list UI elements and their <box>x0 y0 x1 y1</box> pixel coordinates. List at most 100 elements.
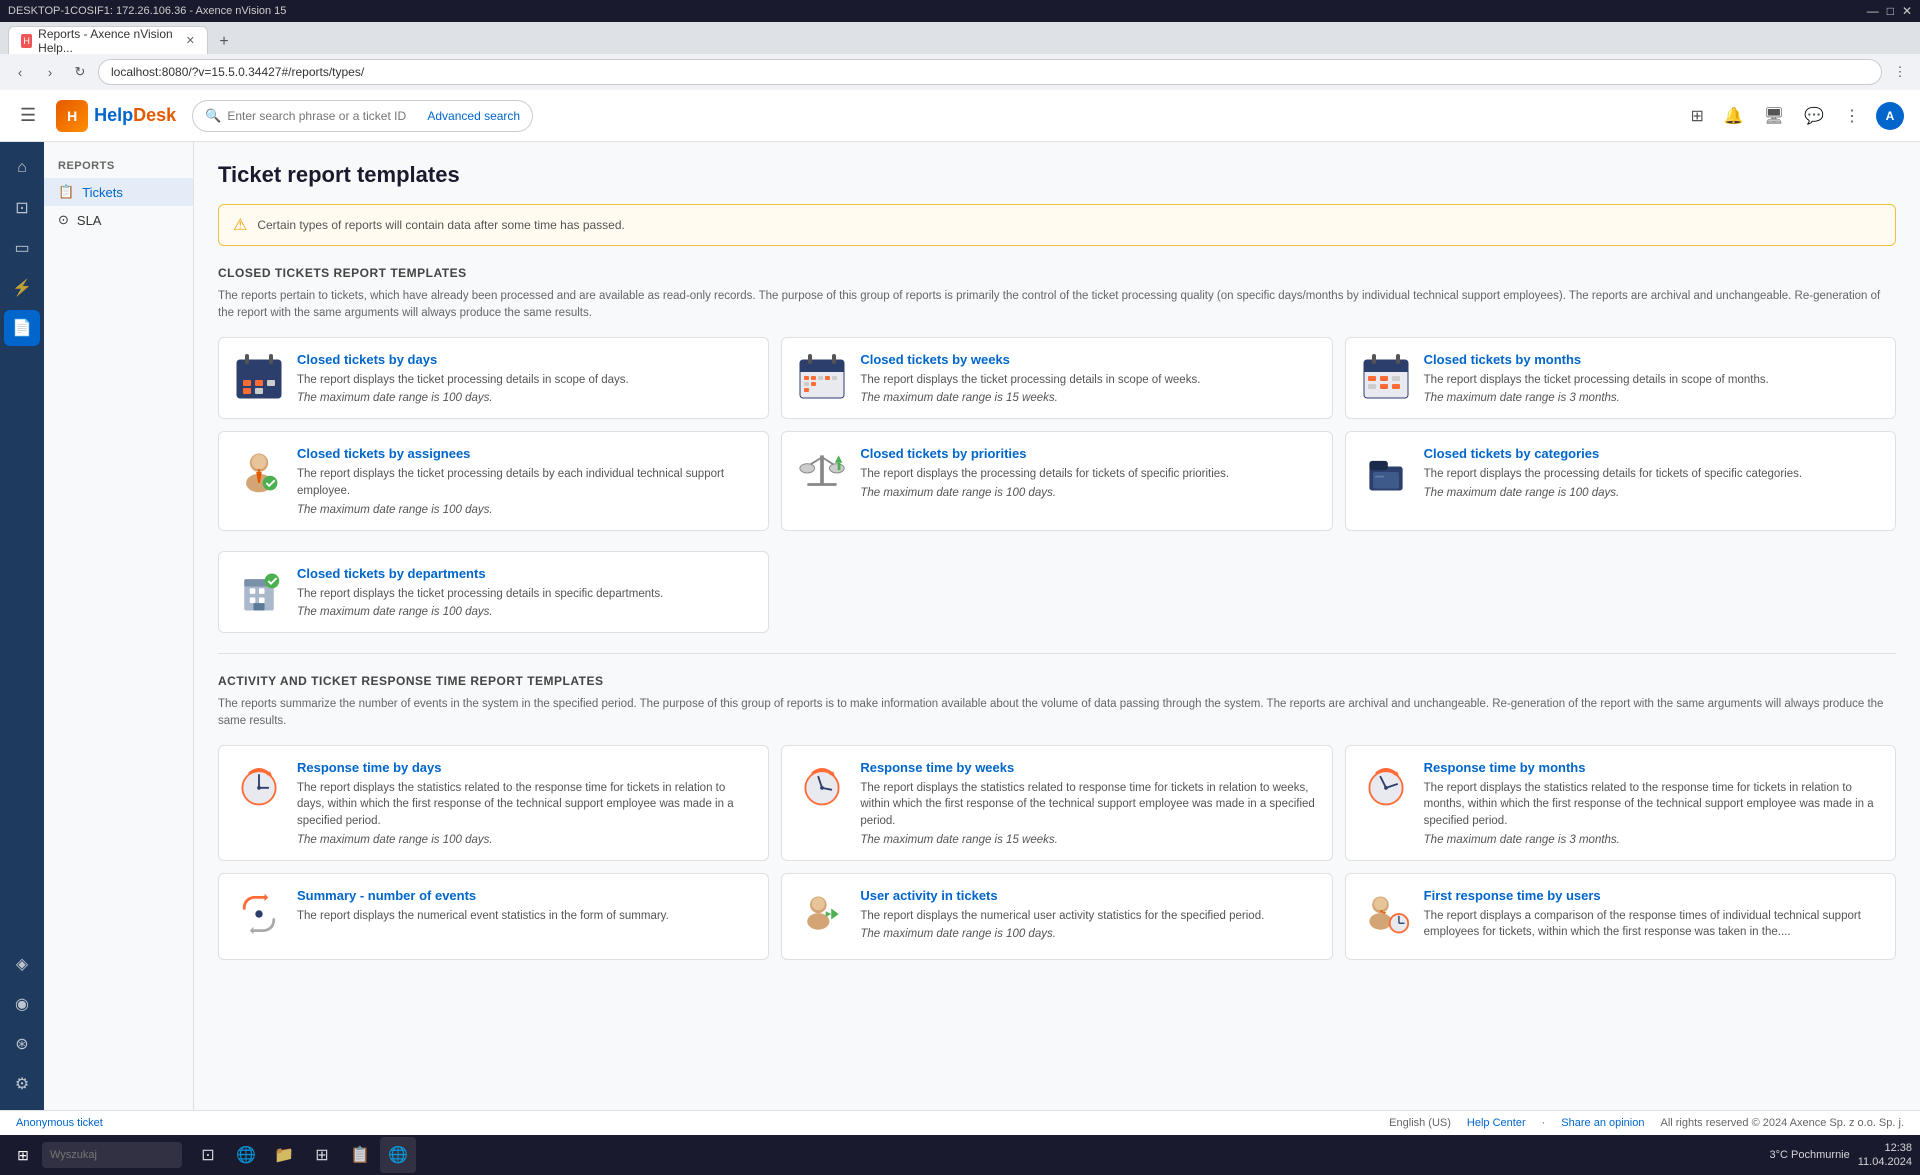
closed-by-categories-desc: The report displays the processing detai… <box>1424 466 1881 483</box>
footer-copyright: All rights reserved © 2024 Axence Sp. z … <box>1660 1117 1904 1129</box>
sidebar-icon-screen[interactable]: ▭ <box>4 230 40 266</box>
closed-tickets-grid: Closed tickets by days The report displa… <box>218 337 1896 531</box>
report-card-first-response-users[interactable]: First response time by users The report … <box>1345 873 1896 960</box>
sidebar-icon-home[interactable]: ⌂ <box>4 150 40 186</box>
taskbar-item-2[interactable]: 🌐 <box>228 1137 264 1173</box>
report-card-response-by-weeks[interactable]: Response time by weeks The report displa… <box>781 745 1332 861</box>
closed-by-months-icon <box>1360 352 1412 404</box>
closed-by-weeks-desc: The report displays the ticket processin… <box>860 372 1317 389</box>
report-card-closed-by-assignees[interactable]: Closed tickets by assignees The report d… <box>218 431 769 530</box>
advanced-search-link[interactable]: Advanced search <box>427 109 520 123</box>
taskbar-item-1[interactable]: ⊡ <box>190 1137 226 1173</box>
closed-by-months-limit: The maximum date range is 3 months. <box>1424 392 1881 404</box>
activity-response-heading: ACTIVITY AND TICKET RESPONSE TIME REPORT… <box>218 674 1896 688</box>
nav-section-title: REPORTS <box>44 154 193 178</box>
closed-by-days-limit: The maximum date range is 100 days. <box>297 392 754 404</box>
sidebar-icon-map[interactable]: ⊡ <box>4 190 40 226</box>
taskbar-right: 3°C Pochmurnie 12:38 11.04.2024 <box>1770 1141 1912 1170</box>
maximize-btn[interactable]: □ <box>1887 4 1894 18</box>
response-by-weeks-title: Response time by weeks <box>860 760 1317 775</box>
closed-by-departments-limit: The maximum date range is 100 days. <box>297 606 754 618</box>
taskbar-item-4[interactable]: ⊞ <box>304 1137 340 1173</box>
first-response-users-body: First response time by users The report … <box>1424 888 1881 945</box>
user-activity-title: User activity in tickets <box>860 888 1317 903</box>
summary-events-body: Summary - number of events The report di… <box>297 888 754 929</box>
report-card-closed-by-months[interactable]: Closed tickets by months The report disp… <box>1345 337 1896 420</box>
reload-btn[interactable]: ↻ <box>68 60 92 84</box>
sidebar-icon-eye[interactable]: ⊛ <box>4 1026 40 1062</box>
tab-close-btn[interactable]: ✕ <box>186 34 195 47</box>
closed-by-assignees-body: Closed tickets by assignees The report d… <box>297 446 754 515</box>
share-opinion-link[interactable]: Share an opinion <box>1561 1117 1644 1129</box>
extensions-btn[interactable]: ⋮ <box>1888 60 1912 84</box>
tab-favicon: H <box>21 34 32 48</box>
closed-by-priorities-limit: The maximum date range is 100 days. <box>860 487 1317 499</box>
logo-area: H HelpDesk <box>56 100 176 132</box>
tab-label: Reports - Axence nVision Help... <box>38 27 176 55</box>
help-center-link[interactable]: Help Center <box>1467 1117 1526 1129</box>
grid-icon-btn[interactable]: ⊞ <box>1686 102 1707 130</box>
header-right: ⊞ 🔔 🖥 💬 ⋮ A <box>1686 102 1904 130</box>
report-card-response-by-days[interactable]: Response time by days The report display… <box>218 745 769 861</box>
closed-by-departments-icon <box>233 566 285 618</box>
closed-by-assignees-icon <box>233 446 285 498</box>
closed-tickets-description: The reports pertain to tickets, which ha… <box>218 288 1896 323</box>
report-card-summary-events[interactable]: Summary - number of events The report di… <box>218 873 769 960</box>
taskbar-item-5[interactable]: 📋 <box>342 1137 378 1173</box>
main-content: Ticket report templates ⚠ Certain types … <box>194 142 1920 1110</box>
closed-by-months-desc: The report displays the ticket processin… <box>1424 372 1881 389</box>
logo-text: HelpDesk <box>94 105 176 126</box>
address-bar[interactable] <box>98 59 1882 85</box>
closed-by-weeks-limit: The maximum date range is 15 weeks. <box>860 392 1317 404</box>
summary-events-icon <box>233 888 285 940</box>
minimize-btn[interactable]: — <box>1867 4 1879 18</box>
sidebar-icon-alert[interactable]: ⚡ <box>4 270 40 306</box>
report-card-closed-by-categories[interactable]: Closed tickets by categories The report … <box>1345 431 1896 530</box>
report-card-closed-by-days[interactable]: Closed tickets by days The report displa… <box>218 337 769 420</box>
closed-by-days-title: Closed tickets by days <box>297 352 754 367</box>
first-response-users-desc: The report displays a comparison of the … <box>1424 908 1881 941</box>
sidebar-icon-network[interactable]: ◉ <box>4 986 40 1022</box>
sidebar-icon-settings[interactable]: ⚙ <box>4 1066 40 1102</box>
closed-by-categories-limit: The maximum date range is 100 days. <box>1424 487 1881 499</box>
close-btn[interactable]: ✕ <box>1902 4 1912 18</box>
sidebar-icon-reports[interactable]: 📄 <box>4 310 40 346</box>
taskbar-time: 12:38 <box>1858 1141 1912 1155</box>
first-response-users-icon <box>1360 888 1412 940</box>
report-card-closed-by-weeks[interactable]: Closed tickets by weeks The report displ… <box>781 337 1332 420</box>
summary-events-title: Summary - number of events <box>297 888 754 903</box>
nav-item-tickets[interactable]: 📋 Tickets <box>44 178 193 206</box>
report-card-user-activity[interactable]: User activity in tickets The report disp… <box>781 873 1332 960</box>
report-card-closed-by-priorities[interactable]: Closed tickets by priorities The report … <box>781 431 1332 530</box>
report-card-response-by-months[interactable]: Response time by months The report displ… <box>1345 745 1896 861</box>
response-by-months-desc: The report displays the statistics relat… <box>1424 780 1881 830</box>
apps-icon-btn[interactable]: ⋮ <box>1840 102 1864 130</box>
footer-separator: · <box>1542 1117 1546 1129</box>
taskbar-start-btn[interactable]: ⊞ <box>8 1142 38 1168</box>
hamburger-btn[interactable]: ☰ <box>16 101 40 130</box>
app-body: ⌂ ⊡ ▭ ⚡ 📄 ◈ ◉ ⊛ ⚙ REPORTS 📋 Tickets ⊙ SL… <box>0 142 1920 1110</box>
taskbar-item-browser[interactable]: 🌐 <box>380 1137 416 1173</box>
browser-tab-active[interactable]: H Reports - Axence nVision Help... ✕ <box>8 26 208 54</box>
chat-icon-btn[interactable]: 💬 <box>1800 102 1828 130</box>
bell-icon-btn[interactable]: 🔔 <box>1720 102 1748 130</box>
closed-by-months-title: Closed tickets by months <box>1424 352 1881 367</box>
new-tab-btn[interactable]: + <box>212 30 236 54</box>
sidebar-icon-agent[interactable]: ◈ <box>4 946 40 982</box>
forward-btn[interactable]: › <box>38 60 62 84</box>
taskbar-item-3[interactable]: 📁 <box>266 1137 302 1173</box>
response-by-months-icon <box>1360 760 1412 812</box>
report-card-closed-by-departments[interactable]: Closed tickets by departments The report… <box>218 551 769 634</box>
summary-events-desc: The report displays the numerical event … <box>297 908 754 925</box>
monitor-icon-btn[interactable]: 🖥 <box>1760 102 1788 130</box>
taskbar-items: ⊡ 🌐 📁 ⊞ 📋 🌐 <box>190 1137 416 1173</box>
response-by-months-limit: The maximum date range is 3 months. <box>1424 834 1881 846</box>
nav-item-sla[interactable]: ⊙ SLA <box>44 206 193 234</box>
closed-by-days-body: Closed tickets by days The report displa… <box>297 352 754 405</box>
taskbar-search-input[interactable] <box>42 1142 182 1168</box>
back-btn[interactable]: ‹ <box>8 60 32 84</box>
search-input[interactable] <box>227 109 427 123</box>
avatar-btn[interactable]: A <box>1876 102 1904 130</box>
anonymous-ticket-link[interactable]: Anonymous ticket <box>16 1117 103 1129</box>
app-header: ☰ H HelpDesk 🔍 Advanced search ⊞ 🔔 🖥 💬 ⋮… <box>0 90 1920 142</box>
